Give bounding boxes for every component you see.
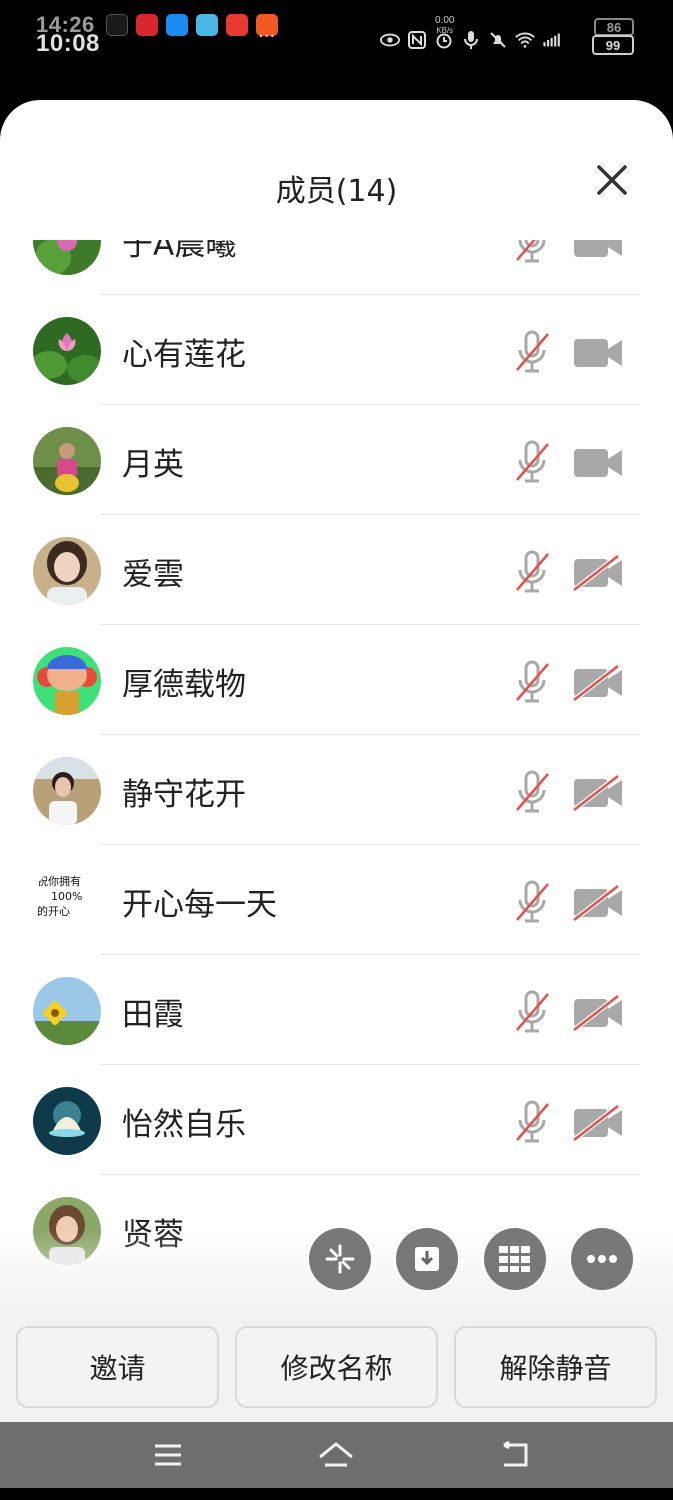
avatar-text-line: 100% bbox=[51, 890, 83, 903]
member-row[interactable]: 月英 bbox=[0, 405, 673, 515]
tiktok-icon bbox=[106, 14, 128, 36]
status-icons bbox=[380, 30, 562, 50]
avatar-text-line: 的开心 bbox=[37, 905, 70, 918]
member-name: 爱雲 bbox=[122, 557, 184, 593]
member-row[interactable]: 爱雲 bbox=[0, 515, 673, 625]
system-nav-bar bbox=[0, 1422, 673, 1488]
avatar bbox=[33, 1087, 101, 1155]
grid-icon bbox=[499, 1246, 530, 1272]
camera-on-icon[interactable] bbox=[572, 445, 624, 481]
mic-muted-icon[interactable] bbox=[512, 770, 552, 814]
camera-off-icon[interactable] bbox=[572, 775, 624, 811]
close-button[interactable] bbox=[592, 160, 632, 200]
mic-muted-icon[interactable] bbox=[512, 240, 552, 264]
camera-off-icon[interactable] bbox=[572, 1105, 624, 1141]
avatar bbox=[33, 757, 101, 825]
member-name: 心有莲花 bbox=[122, 337, 246, 373]
member-name: 静守花开 bbox=[122, 777, 246, 813]
avatar bbox=[33, 240, 101, 275]
eye-icon bbox=[380, 30, 400, 50]
mic-muted-icon[interactable] bbox=[512, 440, 552, 484]
sparkle-float-button[interactable] bbox=[309, 1228, 371, 1290]
taobao-icon bbox=[136, 14, 158, 36]
recents-button[interactable] bbox=[148, 1440, 188, 1470]
sheet-title: 成员(14) bbox=[275, 174, 398, 209]
rename-button[interactable]: 修改名称 bbox=[235, 1326, 438, 1408]
home-icon bbox=[319, 1442, 353, 1467]
mic-muted-icon[interactable] bbox=[512, 330, 552, 374]
members-sheet: 成员(14) 于A晨曦 心有莲花 月英 爱雲 厚德载物 静守花开 祝你拥有 10… bbox=[0, 100, 673, 1422]
member-row[interactable]: 怡然自乐 bbox=[0, 1065, 673, 1175]
notification-app-icons bbox=[106, 14, 278, 36]
mic-status-icon bbox=[461, 30, 481, 50]
mic-muted-icon[interactable] bbox=[512, 550, 552, 594]
camera-off-icon[interactable] bbox=[572, 885, 624, 921]
member-list[interactable]: 于A晨曦 心有莲花 月英 爱雲 厚德载物 静守花开 祝你拥有 100% 的开心 … bbox=[0, 240, 673, 1300]
menu-icon bbox=[155, 1444, 181, 1466]
alipay-icon bbox=[166, 14, 188, 36]
wifi-icon bbox=[515, 30, 535, 50]
member-row[interactable]: 厚德载物 bbox=[0, 625, 673, 735]
camera-off-icon[interactable] bbox=[572, 555, 624, 591]
alarm-icon bbox=[434, 30, 454, 50]
status-bar: 14:26 10:08 ··· 0.00 KB/s 86 99 bbox=[0, 0, 673, 100]
back-icon bbox=[503, 1441, 528, 1467]
member-row[interactable]: 田霞 bbox=[0, 955, 673, 1065]
more-icon bbox=[587, 1255, 617, 1263]
member-name: 怡然自乐 bbox=[122, 1107, 246, 1143]
more-float-button[interactable] bbox=[571, 1228, 633, 1290]
avatar bbox=[33, 977, 101, 1045]
back-button[interactable] bbox=[494, 1440, 534, 1470]
unmute-all-button[interactable]: 解除静音 bbox=[454, 1326, 657, 1408]
network-speed-value: 0.00 bbox=[435, 15, 455, 26]
member-name: 于A晨曦 bbox=[122, 240, 237, 263]
download-icon bbox=[415, 1247, 439, 1271]
avatar bbox=[33, 537, 101, 605]
download-float-button[interactable] bbox=[396, 1228, 458, 1290]
mic-muted-icon[interactable] bbox=[512, 990, 552, 1034]
camera-on-icon[interactable] bbox=[572, 240, 624, 261]
mic-muted-icon[interactable] bbox=[512, 660, 552, 704]
battery-indicator: 99 bbox=[592, 35, 634, 55]
battery-secondary: 86 bbox=[594, 18, 634, 36]
avatar bbox=[33, 427, 101, 495]
invite-button[interactable]: 邀请 bbox=[16, 1326, 219, 1408]
camera-on-icon[interactable] bbox=[572, 335, 624, 371]
camera-off-icon[interactable] bbox=[572, 665, 624, 701]
mic-muted-icon[interactable] bbox=[512, 880, 552, 924]
chat-icon bbox=[196, 14, 218, 36]
avatar: 祝你拥有 100% 的开心 bbox=[33, 867, 101, 935]
avatar bbox=[33, 317, 101, 385]
nfc-icon bbox=[407, 30, 427, 50]
status-time: 10:08 bbox=[36, 30, 100, 57]
member-name: 田霞 bbox=[122, 997, 184, 1033]
action-bar: 邀请 修改名称 解除静音 bbox=[0, 1310, 673, 1422]
signal-icon bbox=[542, 30, 562, 50]
mic-muted-icon[interactable] bbox=[512, 1100, 552, 1144]
avatar-text-line: 祝你拥有 bbox=[37, 875, 81, 888]
bottom-edge bbox=[0, 1488, 673, 1500]
home-button[interactable] bbox=[316, 1440, 356, 1470]
silent-icon bbox=[488, 30, 508, 50]
member-row[interactable]: 于A晨曦 bbox=[0, 240, 673, 295]
member-name: 月英 bbox=[122, 447, 184, 483]
member-row[interactable]: 祝你拥有 100% 的开心 开心每一天 bbox=[0, 845, 673, 955]
more-notifications-icon: ··· bbox=[258, 26, 276, 47]
member-name: 厚德载物 bbox=[122, 667, 246, 703]
camera-off-icon[interactable] bbox=[572, 995, 624, 1031]
avatar bbox=[33, 647, 101, 715]
sparkle-icon bbox=[325, 1244, 355, 1274]
close-icon bbox=[597, 165, 627, 195]
member-row[interactable]: 心有莲花 bbox=[0, 295, 673, 405]
member-row[interactable]: 静守花开 bbox=[0, 735, 673, 845]
grid-float-button[interactable] bbox=[484, 1228, 546, 1290]
member-name: 开心每一天 bbox=[122, 887, 277, 923]
pinduoduo-icon bbox=[226, 14, 248, 36]
